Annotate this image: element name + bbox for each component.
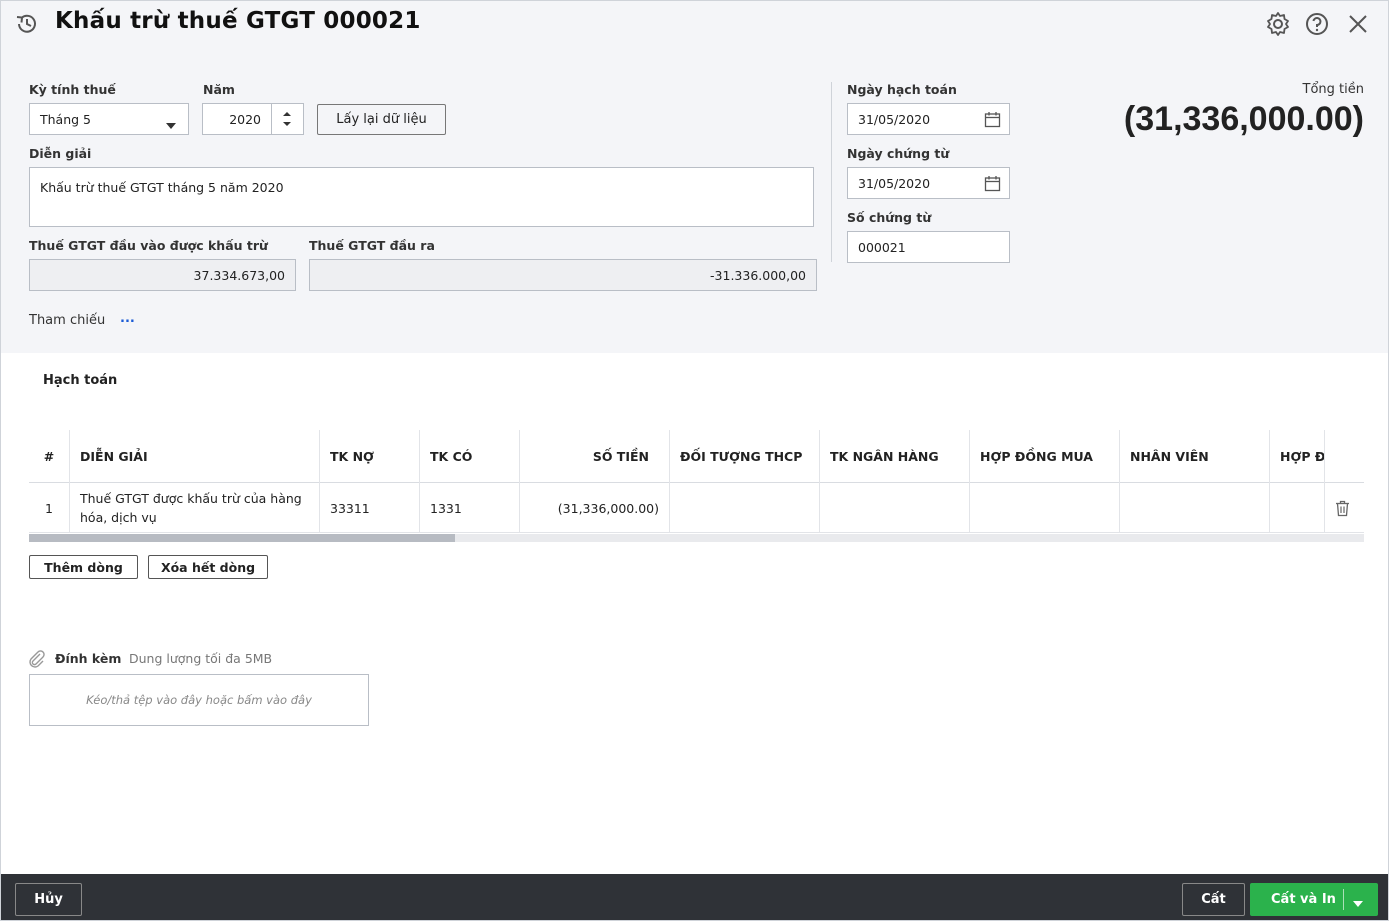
posting-date-input[interactable]: 31/05/2020 <box>847 103 1010 135</box>
col-header-employee[interactable]: NHÂN VIÊN <box>1130 430 1270 482</box>
input-vat-label: Thuế GTGT đầu vào được khấu trừ <box>29 238 268 253</box>
voucher-date-input[interactable]: 31/05/2020 <box>847 167 1010 199</box>
voucher-date-value: 31/05/2020 <box>858 175 931 191</box>
col-header-index: # <box>43 448 55 464</box>
help-icon[interactable] <box>1304 11 1330 37</box>
scrollbar-thumb[interactable] <box>29 534 455 542</box>
description-textarea[interactable]: Khấu trừ thuế GTGT tháng 5 năm 2020 <box>29 167 814 227</box>
col-header-description[interactable]: DIỄN GIẢI <box>80 430 310 482</box>
input-vat-field: 37.334.673,00 <box>29 259 296 291</box>
col-header-amount[interactable]: SỐ TIỀN <box>520 430 649 482</box>
tax-period-select[interactable]: Tháng 5 <box>29 103 189 135</box>
chevron-down-icon[interactable] <box>1353 896 1363 907</box>
attachment-drop-text: Kéo/thả tệp vào đây hoặc bấm vào đây <box>86 693 312 707</box>
year-label: Năm <box>203 82 235 97</box>
stepper-divider <box>271 104 272 134</box>
cancel-button[interactable]: Hủy <box>15 883 82 916</box>
description-value: Khấu trừ thuế GTGT tháng 5 năm 2020 <box>40 180 284 195</box>
row-description-line2: hóa, dịch vụ <box>80 510 157 525</box>
voucher-no-input[interactable]: 000021 <box>847 231 1010 263</box>
posting-date-label: Ngày hạch toán <box>847 82 957 97</box>
reference-more-link[interactable]: ... <box>120 311 135 326</box>
attachment-hint: Dung lượng tối đa 5MB <box>129 651 273 666</box>
row-description-line1: Thuế GTGT được khấu trừ của hàng <box>80 491 302 506</box>
row-debit[interactable]: 33311 <box>330 483 410 533</box>
output-vat-label: Thuế GTGT đầu ra <box>309 238 435 253</box>
add-row-button[interactable]: Thêm dòng <box>29 555 138 579</box>
calendar-icon[interactable] <box>984 175 1001 195</box>
trash-icon[interactable] <box>1335 500 1350 517</box>
history-icon[interactable] <box>14 11 40 37</box>
attachment-dropzone[interactable]: Kéo/thả tệp vào đây hoặc bấm vào đây <box>29 674 369 726</box>
clear-rows-button[interactable]: Xóa hết dòng <box>148 555 268 579</box>
total-label: Tổng tiền <box>1302 82 1364 97</box>
gear-icon[interactable] <box>1265 11 1291 37</box>
year-stepper-icon[interactable] <box>281 110 293 128</box>
voucher-no-value: 000021 <box>858 239 906 255</box>
voucher-no-label: Số chứng từ <box>847 210 932 225</box>
tax-period-label: Kỳ tính thuế <box>29 82 116 97</box>
total-amount: (31,336,000.00) <box>1123 100 1364 138</box>
col-header-purchase-contract[interactable]: HỢP ĐỒNG MUA <box>980 430 1120 482</box>
chevron-down-icon <box>166 117 176 132</box>
save-and-print-label: Cất và In <box>1271 892 1336 907</box>
row-amount[interactable]: (31,336,000.00) <box>520 483 659 533</box>
paperclip-icon <box>28 650 46 672</box>
voucher-date-label: Ngày chứng từ <box>847 146 950 161</box>
split-divider <box>1343 889 1344 910</box>
output-vat-value: -31.336.000,00 <box>710 267 806 283</box>
reference-label: Tham chiếu <box>29 313 106 328</box>
attachment-label: Đính kèm <box>55 651 122 666</box>
posting-date-value: 31/05/2020 <box>858 111 931 127</box>
column-divider <box>831 82 832 262</box>
close-icon[interactable] <box>1345 11 1371 37</box>
row-description[interactable]: Thuế GTGT được khấu trừ của hàng hóa, dị… <box>80 485 315 531</box>
calendar-icon[interactable] <box>984 111 1001 131</box>
col-header-debit[interactable]: TK NỢ <box>330 430 410 482</box>
page-title: Khấu trừ thuế GTGT 000021 <box>55 8 421 34</box>
tax-period-value: Tháng 5 <box>40 111 92 127</box>
footer-bar <box>1 874 1388 920</box>
col-header-bank-account[interactable]: TK NGÂN HÀNG <box>830 430 970 482</box>
row-credit[interactable]: 1331 <box>430 483 510 533</box>
col-header-contract[interactable]: HỢP ĐỒ <box>1280 430 1325 482</box>
row-index: 1 <box>45 500 53 516</box>
output-vat-field: -31.336.000,00 <box>309 259 817 291</box>
reload-data-button[interactable]: Lấy lại dữ liệu <box>317 104 446 135</box>
accounting-section-title: Hạch toán <box>43 373 118 388</box>
col-header-cost-object[interactable]: ĐỐI TƯỢNG THCP <box>680 430 820 482</box>
description-label: Diễn giải <box>29 146 92 161</box>
save-button[interactable]: Cất <box>1182 883 1245 916</box>
year-value: 2020 <box>229 111 261 127</box>
input-vat-value: 37.334.673,00 <box>193 267 285 283</box>
col-header-credit[interactable]: TK CÓ <box>430 430 510 482</box>
